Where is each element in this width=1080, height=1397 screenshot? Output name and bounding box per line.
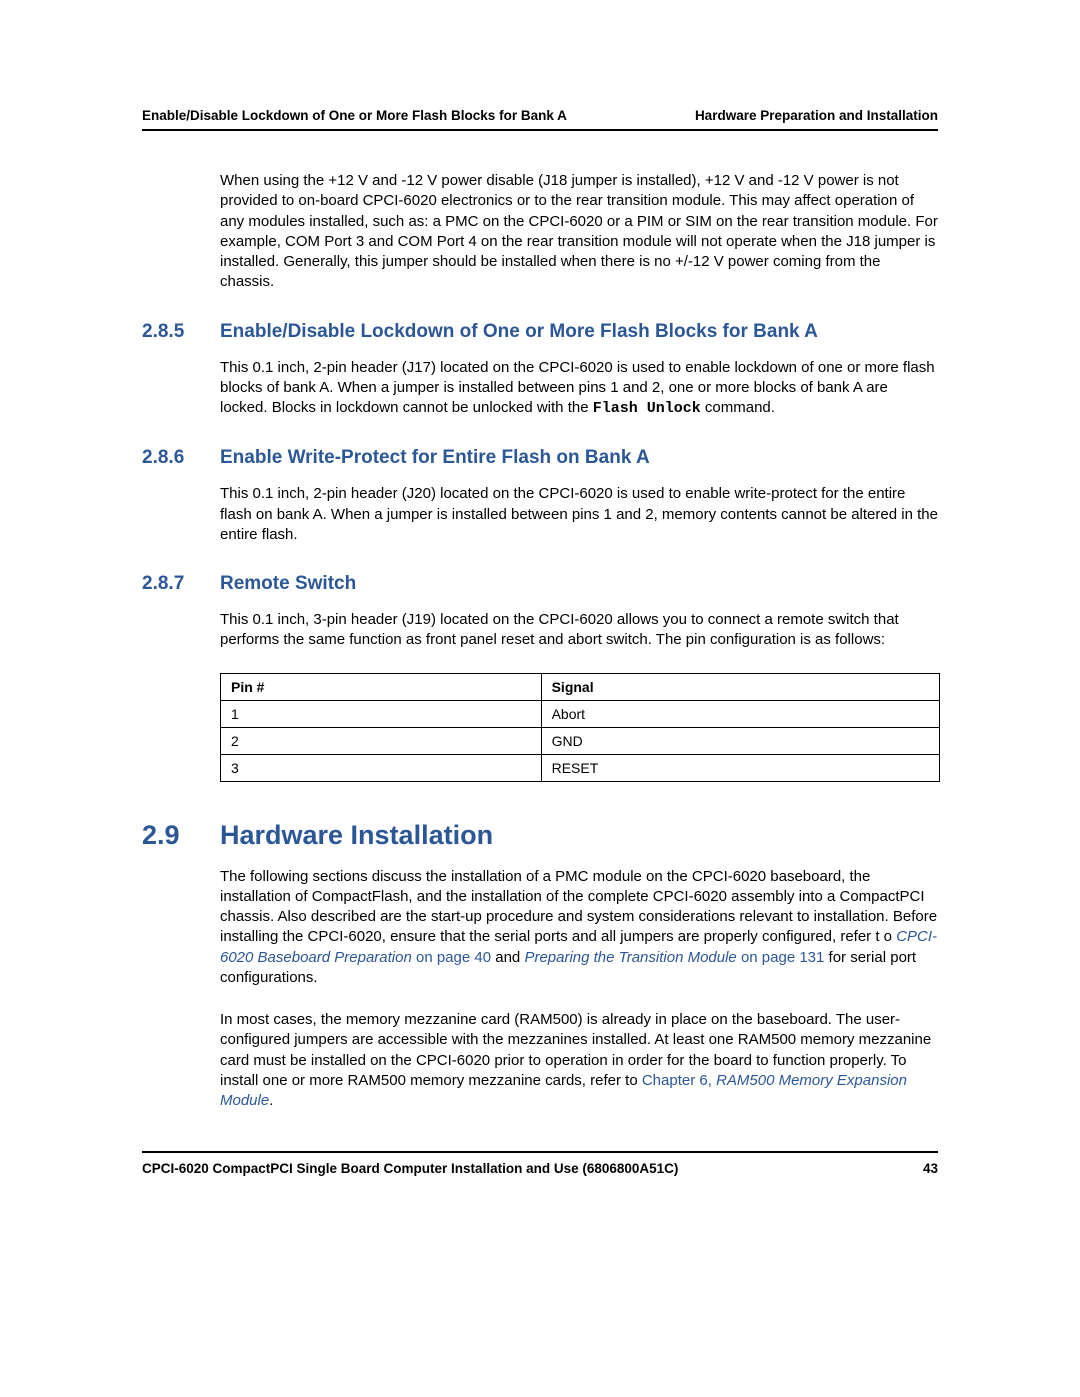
section-2-8-7-heading: 2.8.7 Remote Switch (142, 573, 938, 595)
cell-signal: RESET (541, 754, 939, 781)
section-2-9-heading: 2.9 Hardware Installation (142, 820, 938, 851)
col-signal: Signal (541, 673, 939, 700)
section-2-9-p1: The following sections discuss the insta… (220, 867, 938, 989)
body-text: This 0.1 inch, 2-pin header (J17) locate… (220, 359, 935, 417)
cell-pin: 2 (221, 727, 542, 754)
cell-signal: GND (541, 727, 939, 754)
cell-signal: Abort (541, 700, 939, 727)
page: Enable/Disable Lockdown of One or More F… (0, 0, 1080, 1236)
code-flash-unlock: Flash Unlock (593, 400, 701, 417)
body-text: command. (701, 399, 775, 416)
section-2-9-p2: In most cases, the memory mezzanine card… (220, 1010, 938, 1111)
link-transition-module-page[interactable]: on page 131 (737, 949, 825, 966)
footer-left: CPCI-6020 CompactPCI Single Board Comput… (142, 1161, 678, 1176)
section-2-8-5-heading: 2.8.5 Enable/Disable Lockdown of One or … (142, 321, 938, 343)
section-title: Hardware Installation (220, 820, 493, 851)
page-header: Enable/Disable Lockdown of One or More F… (142, 108, 938, 131)
cell-pin: 1 (221, 700, 542, 727)
section-title: Enable Write-Protect for Entire Flash on… (220, 447, 650, 469)
col-pin: Pin # (221, 673, 542, 700)
section-title: Remote Switch (220, 573, 356, 595)
table-header-row: Pin # Signal (221, 673, 940, 700)
table-row: 2 GND (221, 727, 940, 754)
pin-signal-table: Pin # Signal 1 Abort 2 GND 3 RESET (220, 673, 940, 782)
link-chapter6[interactable]: Chapter 6, (642, 1072, 716, 1089)
body-text: and (491, 949, 524, 966)
section-2-8-5-body: This 0.1 inch, 2-pin header (J17) locate… (220, 358, 938, 420)
section-title: Enable/Disable Lockdown of One or More F… (220, 321, 818, 343)
page-footer: CPCI-6020 CompactPCI Single Board Comput… (142, 1151, 938, 1176)
table-row: 1 Abort (221, 700, 940, 727)
section-2-8-6-body: This 0.1 inch, 2-pin header (J20) locate… (220, 484, 938, 545)
section-2-8-6-heading: 2.8.6 Enable Write-Protect for Entire Fl… (142, 447, 938, 469)
body-text: The following sections discuss the insta… (220, 868, 937, 946)
section-number: 2.9 (142, 820, 220, 851)
header-left: Enable/Disable Lockdown of One or More F… (142, 108, 567, 123)
intro-paragraph: When using the +12 V and -12 V power dis… (220, 171, 938, 293)
section-number: 2.8.5 (142, 321, 220, 343)
section-2-8-7-body: This 0.1 inch, 3-pin header (J19) locate… (220, 610, 938, 651)
body-text: . (269, 1092, 273, 1109)
link-transition-module[interactable]: Preparing the Transition Module (524, 949, 736, 966)
section-number: 2.8.7 (142, 573, 220, 595)
table-row: 3 RESET (221, 754, 940, 781)
footer-page-number: 43 (923, 1161, 938, 1176)
section-number: 2.8.6 (142, 447, 220, 469)
link-baseboard-prep-page[interactable]: on page 40 (412, 949, 491, 966)
header-right: Hardware Preparation and Installation (695, 108, 938, 123)
cell-pin: 3 (221, 754, 542, 781)
